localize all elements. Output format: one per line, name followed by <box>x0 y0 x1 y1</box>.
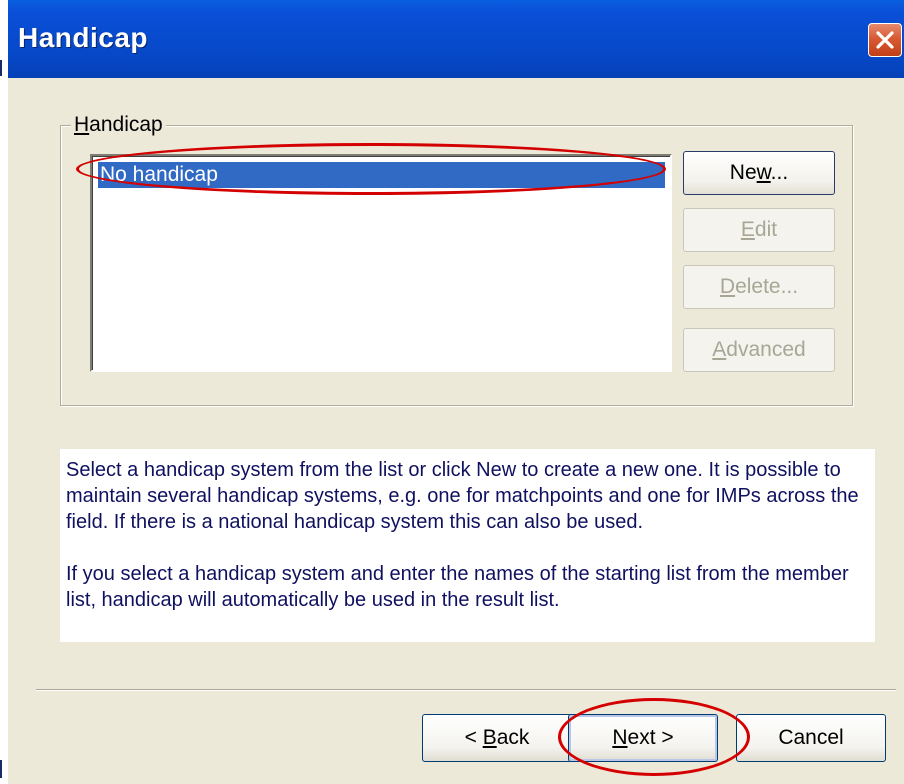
footer-divider <box>36 689 896 691</box>
title-bar: Handicap <box>8 0 904 78</box>
help-paragraph-1: Select a handicap system from the list o… <box>66 459 859 533</box>
close-button[interactable] <box>868 23 902 57</box>
left-edge-mark <box>0 60 2 76</box>
close-icon <box>876 31 894 49</box>
window-title: Handicap <box>18 22 149 53</box>
new-button[interactable]: New... <box>683 151 835 195</box>
back-button[interactable]: < Back <box>422 714 572 762</box>
groupbox-label: Handicap <box>71 113 166 137</box>
edit-button[interactable]: Edit <box>683 208 835 252</box>
help-text-panel: Select a handicap system from the list o… <box>60 449 875 642</box>
handicap-listbox[interactable]: No handicap <box>90 154 672 372</box>
delete-button[interactable]: Delete... <box>683 265 835 309</box>
next-button[interactable]: Next > <box>568 714 718 762</box>
list-item-no-handicap[interactable]: No handicap <box>98 162 665 188</box>
help-paragraph-2: If you select a handicap system and ente… <box>66 563 849 611</box>
left-edge-mark <box>0 760 2 778</box>
handicap-dialog: Handicap Handicap No handicap New... Edi… <box>8 0 904 784</box>
advanced-button[interactable]: Advanced <box>683 328 835 372</box>
cancel-button[interactable]: Cancel <box>736 714 886 762</box>
